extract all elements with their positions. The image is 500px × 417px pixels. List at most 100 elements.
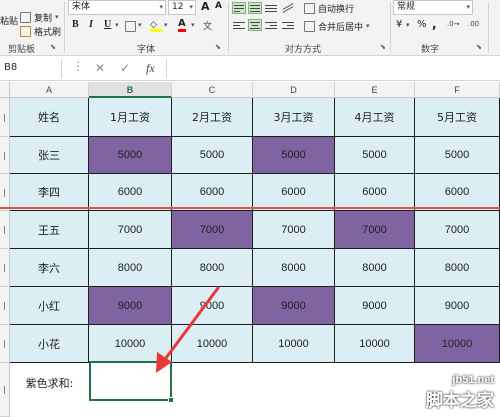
salary-cell[interactable]: 8000 — [89, 249, 172, 287]
row-header[interactable]: ∣ — [0, 287, 10, 325]
enter-icon[interactable]: ✓ — [120, 61, 130, 75]
salary-cell[interactable]: 5000 — [253, 137, 335, 174]
orientation-icon[interactable] — [281, 2, 295, 14]
table-header-cell[interactable]: 3月工资 — [253, 98, 335, 137]
column-header-c[interactable]: C — [172, 82, 253, 98]
column-header-d[interactable]: D — [253, 82, 335, 98]
salary-cell[interactable]: 9000 — [253, 287, 335, 325]
border-icon[interactable] — [125, 21, 136, 32]
align-right-icon[interactable] — [264, 19, 278, 31]
paste-button[interactable]: 粘贴 — [0, 12, 18, 28]
row-header[interactable]: ∣ — [0, 249, 10, 287]
format-painter-button[interactable]: 格式刷 — [20, 23, 61, 39]
column-header-e[interactable]: E — [335, 82, 415, 98]
salary-cell[interactable]: 7000 — [335, 211, 415, 249]
column-header-f[interactable]: F — [415, 82, 500, 98]
name-cell[interactable]: 李六 — [10, 249, 89, 287]
align-left-icon[interactable] — [232, 19, 246, 31]
salary-cell[interactable]: 7000 — [415, 211, 500, 249]
salary-cell[interactable]: 7000 — [172, 211, 253, 249]
row-header[interactable]: ∣ — [0, 98, 10, 137]
phonetic-icon[interactable]: 文 — [203, 19, 212, 32]
increase-decimal-icon[interactable]: .0→ — [447, 20, 460, 28]
table-header-cell[interactable]: 4月工资 — [335, 98, 415, 137]
font-size-select[interactable]: 12 ▾ — [168, 0, 196, 15]
fill-handle[interactable] — [168, 397, 174, 403]
name-cell[interactable]: 小红 — [10, 287, 89, 325]
name-box[interactable]: B8 — [0, 59, 62, 78]
chevron-down-icon[interactable]: ▾ — [115, 21, 119, 29]
font-launcher-icon[interactable]: ⬊ — [215, 43, 221, 51]
fill-color-icon[interactable]: ◇ — [150, 20, 162, 32]
salary-cell[interactable]: 8000 — [253, 249, 335, 287]
name-cell[interactable]: 王五 — [10, 211, 89, 249]
row-header[interactable]: ∣ — [0, 137, 10, 174]
number-launcher-icon[interactable]: ⬊ — [476, 43, 482, 51]
align-middle-icon[interactable] — [248, 2, 262, 14]
salary-cell[interactable]: 10000 — [89, 325, 172, 363]
cancel-icon[interactable]: ✕ — [95, 61, 105, 75]
font-color-button[interactable]: A — [178, 18, 186, 32]
table-header-cell[interactable]: 2月工资 — [172, 98, 253, 137]
column-header-a[interactable]: A — [10, 82, 89, 98]
italic-button[interactable]: I — [89, 19, 93, 30]
decrease-indent-icon[interactable] — [281, 19, 295, 31]
font-name-select[interactable]: 宋体 ▾ — [68, 0, 166, 15]
align-center-icon[interactable] — [248, 19, 262, 31]
chevron-down-icon[interactable]: ▾ — [191, 21, 195, 29]
salary-cell[interactable]: 5000 — [415, 137, 500, 174]
salary-cell[interactable]: 5000 — [89, 137, 172, 174]
number-format-select[interactable]: 常规 ▾ — [393, 0, 473, 15]
salary-cell[interactable]: 8000 — [172, 249, 253, 287]
salary-cell[interactable]: 8000 — [335, 249, 415, 287]
currency-button[interactable]: ¥ — [396, 19, 402, 30]
salary-cell[interactable]: 10000 — [415, 325, 500, 363]
decrease-decimal-icon[interactable]: .00 — [468, 20, 479, 28]
salary-cell[interactable]: 6000 — [172, 174, 253, 211]
row-header[interactable]: ∣ — [0, 174, 10, 211]
select-all-corner[interactable] — [0, 82, 10, 98]
row-header[interactable]: ∣ — [0, 211, 10, 249]
table-header-cell[interactable]: 1月工资 — [89, 98, 172, 137]
formula-input[interactable] — [166, 59, 500, 78]
clipboard-launcher-icon[interactable]: ⬊ — [50, 43, 56, 51]
grow-font-button[interactable]: A — [201, 0, 210, 13]
name-cell[interactable]: 小花 — [10, 325, 89, 363]
salary-cell[interactable]: 6000 — [415, 174, 500, 211]
chevron-down-icon[interactable]: ▾ — [406, 21, 410, 29]
align-top-icon[interactable] — [232, 2, 246, 14]
salary-cell[interactable]: 6000 — [253, 174, 335, 211]
salary-cell[interactable]: 5000 — [335, 137, 415, 174]
table-header-cell[interactable]: 姓名 — [10, 98, 89, 137]
percent-button[interactable]: % — [417, 19, 427, 30]
comma-button[interactable]: , — [432, 17, 437, 31]
row-header[interactable]: ∣ — [0, 363, 10, 417]
table-header-cell[interactable]: 5月工资 — [415, 98, 500, 137]
salary-cell[interactable]: 7000 — [253, 211, 335, 249]
salary-cell[interactable]: 9000 — [172, 287, 253, 325]
merge-center-button[interactable]: 合并后居中 ▾ — [304, 18, 370, 34]
salary-cell[interactable]: 10000 — [172, 325, 253, 363]
name-cell[interactable]: 李四 — [10, 174, 89, 211]
sum-value-cell[interactable] — [89, 363, 172, 402]
bold-button[interactable]: B — [72, 19, 79, 30]
underline-button[interactable]: U — [104, 19, 111, 30]
name-cell[interactable]: 张三 — [10, 137, 89, 174]
chevron-down-icon[interactable]: ▾ — [164, 21, 168, 29]
salary-cell[interactable]: 9000 — [89, 287, 172, 325]
row-header[interactable]: ∣ — [0, 325, 10, 363]
salary-cell[interactable]: 10000 — [253, 325, 335, 363]
salary-cell[interactable]: 7000 — [89, 211, 172, 249]
salary-cell[interactable]: 9000 — [335, 287, 415, 325]
salary-cell[interactable]: 6000 — [89, 174, 172, 211]
salary-cell[interactable]: 5000 — [172, 137, 253, 174]
salary-cell[interactable]: 6000 — [335, 174, 415, 211]
column-header-b[interactable]: B — [89, 82, 172, 98]
salary-cell[interactable]: 8000 — [415, 249, 500, 287]
shrink-font-button[interactable]: A — [215, 1, 222, 11]
salary-cell[interactable]: 9000 — [415, 287, 500, 325]
insert-function-icon[interactable]: fx — [146, 61, 155, 76]
salary-cell[interactable]: 10000 — [335, 325, 415, 363]
wrap-text-button[interactable]: 自动换行 — [304, 0, 354, 16]
align-bottom-icon[interactable] — [264, 2, 278, 14]
